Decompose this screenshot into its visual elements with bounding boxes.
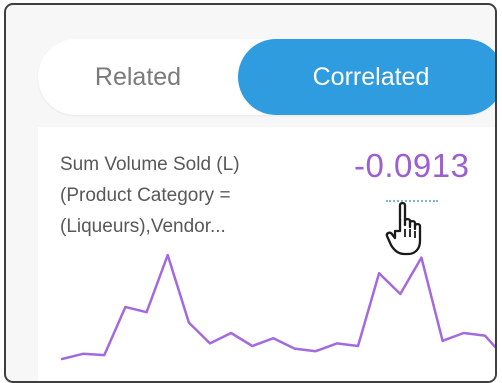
correlation-panel: Related Correlated Sum Volume Sold (L) (…	[4, 3, 497, 383]
metric-title-line: Sum Volume Sold (L)	[60, 154, 240, 175]
metric-title-line: (Product Category =	[60, 185, 231, 206]
sparkline-line	[60, 253, 495, 361]
tab-related[interactable]: Related	[38, 39, 238, 115]
hand-pointer-icon	[385, 201, 422, 256]
related-correlated-toggle: Related Correlated	[38, 39, 495, 115]
tab-correlated[interactable]: Correlated	[238, 39, 495, 115]
correlation-card[interactable]: Sum Volume Sold (L) (Product Category = …	[38, 127, 495, 381]
correlation-value[interactable]: -0.0913	[354, 147, 469, 185]
metric-title: Sum Volume Sold (L) (Product Category = …	[60, 149, 330, 242]
